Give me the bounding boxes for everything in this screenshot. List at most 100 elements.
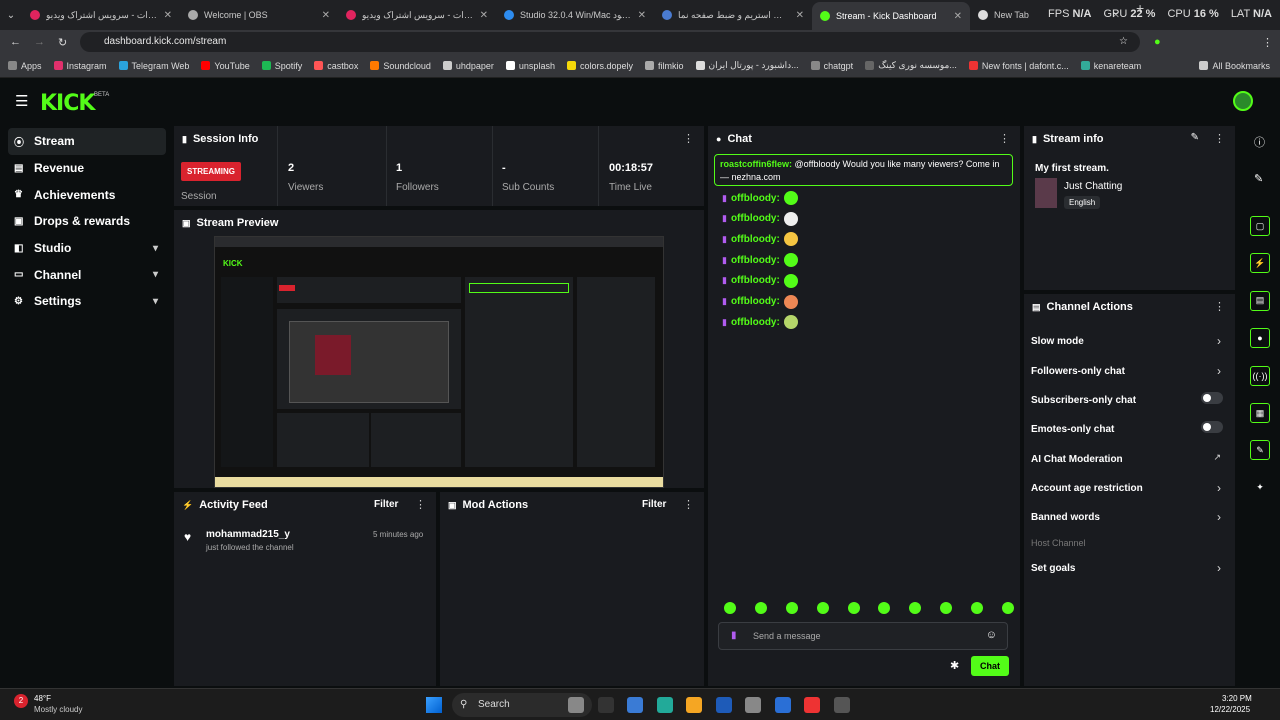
emote-icon[interactable] (785, 602, 798, 614)
sidebar-item-settings[interactable]: ⚙ Settings ▾ (8, 288, 166, 315)
channel-action-emotes-only-chat[interactable]: Emotes-only chat (1031, 421, 1231, 435)
chat-username[interactable]: offbloody: (731, 317, 780, 328)
quick-action-button[interactable]: ▦ (1250, 403, 1270, 423)
forward-icon[interactable]: → (34, 36, 45, 48)
close-icon[interactable]: ✕ (638, 10, 646, 21)
copilot-icon[interactable] (627, 697, 643, 713)
browser-tab[interactable]: Stream - Kick Dashboard ✕ (812, 2, 970, 30)
all-bookmarks[interactable]: All Bookmarks (1199, 61, 1270, 71)
file-explorer-icon[interactable] (686, 697, 702, 713)
bookmark-item[interactable]: Telegram Web (118, 61, 189, 71)
quick-action-button[interactable]: ● (1250, 328, 1270, 349)
edge-icon[interactable] (656, 697, 673, 713)
more-options-icon[interactable]: ⋮ (415, 498, 426, 511)
emoji-icon[interactable]: ☺ (986, 629, 997, 641)
chevron-down-icon[interactable]: ▾ (153, 269, 158, 280)
emote-icon[interactable] (754, 602, 767, 614)
emote-icon[interactable] (971, 602, 983, 614)
bookmark-item[interactable]: castbox (314, 61, 358, 71)
bookmark-item[interactable]: colors.dopely (566, 61, 633, 71)
quick-action-button[interactable]: ((·)) (1250, 365, 1270, 386)
sidebar-item-drops[interactable]: ▣ Drops & rewards (8, 208, 166, 235)
pinned-user[interactable]: roastcoffin6flew: (720, 159, 792, 169)
toggle-switch[interactable] (1201, 392, 1223, 404)
pencil-icon[interactable]: ✎ (1254, 172, 1263, 185)
chevron-down-icon[interactable]: ▾ (153, 296, 158, 307)
sidebar-item-studio[interactable]: ◧ Studio ▾ (8, 235, 166, 262)
emote-icon[interactable] (724, 602, 736, 614)
chat-username[interactable]: offbloody: (731, 275, 780, 286)
obs-icon[interactable] (833, 697, 850, 713)
toggle-switch[interactable] (1201, 421, 1223, 433)
browser-tab[interactable]: آموزش استریم و ضبط صفحه نما ✕ (654, 0, 812, 30)
quick-action-button[interactable]: ⚡ (1250, 253, 1270, 274)
close-icon[interactable]: ✕ (164, 10, 172, 21)
bookmark-item[interactable]: YouTube (201, 61, 250, 71)
chat-input[interactable]: ▮ Send a message ☺ (718, 622, 1008, 650)
bookmark-item[interactable]: chatgpt (810, 61, 853, 71)
more-options-icon[interactable]: ⋮ (1214, 132, 1225, 145)
sidebar-item-channel[interactable]: ▭ Channel ▾ (8, 261, 166, 288)
bookmark-item[interactable]: uhdpaper (442, 61, 494, 71)
channel-action-ai-chat-moderation[interactable]: AI Chat Moderation ↗ (1031, 452, 1231, 465)
browser-tab[interactable]: آپارات - سرویس اشتراک ویدیو ✕ (338, 0, 496, 30)
start-icon[interactable] (426, 697, 442, 713)
sidebar-item-achievements[interactable]: ♛ Achievements (8, 181, 166, 208)
back-icon[interactable]: ← (10, 36, 21, 48)
browser-tab[interactable]: Studio 32.0.4 Win/Mac دانلود ✕ (496, 0, 654, 30)
chevron-down-icon[interactable]: ▾ (153, 243, 158, 254)
channel-action-account-age-restriction[interactable]: Account age restriction › (1031, 481, 1231, 495)
chat-username[interactable]: offbloody: (731, 255, 780, 266)
sidebar-item-revenue[interactable]: ▤ Revenue (8, 155, 166, 182)
browser-tab[interactable]: Welcome | OBS ✕ (180, 0, 338, 30)
extension-icon[interactable]: ● (1154, 36, 1161, 48)
bookmark-item[interactable]: kenareteam (1080, 61, 1141, 71)
emote-icon[interactable] (1001, 602, 1014, 614)
kick-logo[interactable]: KICK (40, 91, 95, 116)
task-view-icon[interactable] (597, 697, 614, 713)
bookmark-item[interactable]: Spotify (261, 61, 302, 71)
reload-icon[interactable]: ↻ (58, 36, 67, 49)
channel-action-host-channel[interactable]: Host Channel (1031, 538, 1231, 549)
bookmark-item[interactable]: Soundcloud (370, 61, 431, 71)
bookmark-item[interactable]: داشبورد - پورتال ایران... (695, 60, 799, 71)
hamburger-icon[interactable]: ☰ (15, 92, 28, 110)
chat-username[interactable]: offbloody: (731, 193, 780, 204)
quick-action-button[interactable]: ▢ (1250, 216, 1270, 236)
browser-tab[interactable]: آپارات - سرویس اشتراک ویدیو ✕ (22, 0, 180, 30)
chrome-icon[interactable] (804, 697, 820, 713)
mod-filter-button[interactable]: Filter (642, 499, 666, 510)
category-name[interactable]: Just Chatting (1064, 181, 1122, 192)
close-icon[interactable]: ✕ (954, 11, 962, 22)
avatar[interactable] (1233, 91, 1253, 111)
bookmark-item[interactable]: filmkio (644, 61, 684, 71)
emote-icon[interactable] (909, 602, 922, 614)
url-input[interactable]: dashboard.kick.com/stream ☆ (80, 32, 1140, 52)
store-icon[interactable] (715, 697, 732, 713)
chat-username[interactable]: offbloody: (731, 296, 780, 307)
more-options-icon[interactable]: ⋮ (1214, 300, 1225, 313)
sidebar-item-stream[interactable]: ⦿ Stream (8, 128, 166, 155)
emote-icon[interactable] (847, 602, 860, 614)
settings-icon[interactable] (745, 697, 761, 713)
channel-action-slow-mode[interactable]: Slow mode › (1031, 334, 1231, 348)
channel-action-subscribers-only-chat[interactable]: Subscribers-only chat (1031, 392, 1231, 406)
emote-icon[interactable] (940, 602, 953, 614)
close-icon[interactable]: ✕ (322, 10, 330, 21)
more-options-icon[interactable]: ⋮ (683, 132, 694, 145)
close-icon[interactable]: ✕ (480, 10, 488, 21)
more-options-icon[interactable]: ⋮ (683, 498, 694, 511)
bookmark-item[interactable]: موسسه نوری کینگ... (865, 60, 957, 71)
channel-action-banned-words[interactable]: Banned words › (1031, 510, 1231, 524)
quick-action-button[interactable]: ✎ (1250, 440, 1270, 461)
channel-action-set-goals[interactable]: Set goals › (1031, 561, 1231, 575)
chat-username[interactable]: offbloody: (731, 213, 780, 224)
tab-search-icon[interactable]: ⌄ (0, 10, 22, 21)
quick-action-button[interactable]: ▤ (1250, 290, 1270, 311)
chat-username[interactable]: offbloody: (731, 234, 780, 245)
bookmark-item[interactable]: Instagram (53, 61, 107, 71)
menu-icon[interactable]: ⋮ (1262, 36, 1273, 49)
bookmark-item[interactable]: Apps (8, 61, 42, 71)
bookmark-item[interactable]: New fonts | dafont.c... (968, 61, 1069, 71)
close-icon[interactable]: ✕ (796, 10, 804, 21)
